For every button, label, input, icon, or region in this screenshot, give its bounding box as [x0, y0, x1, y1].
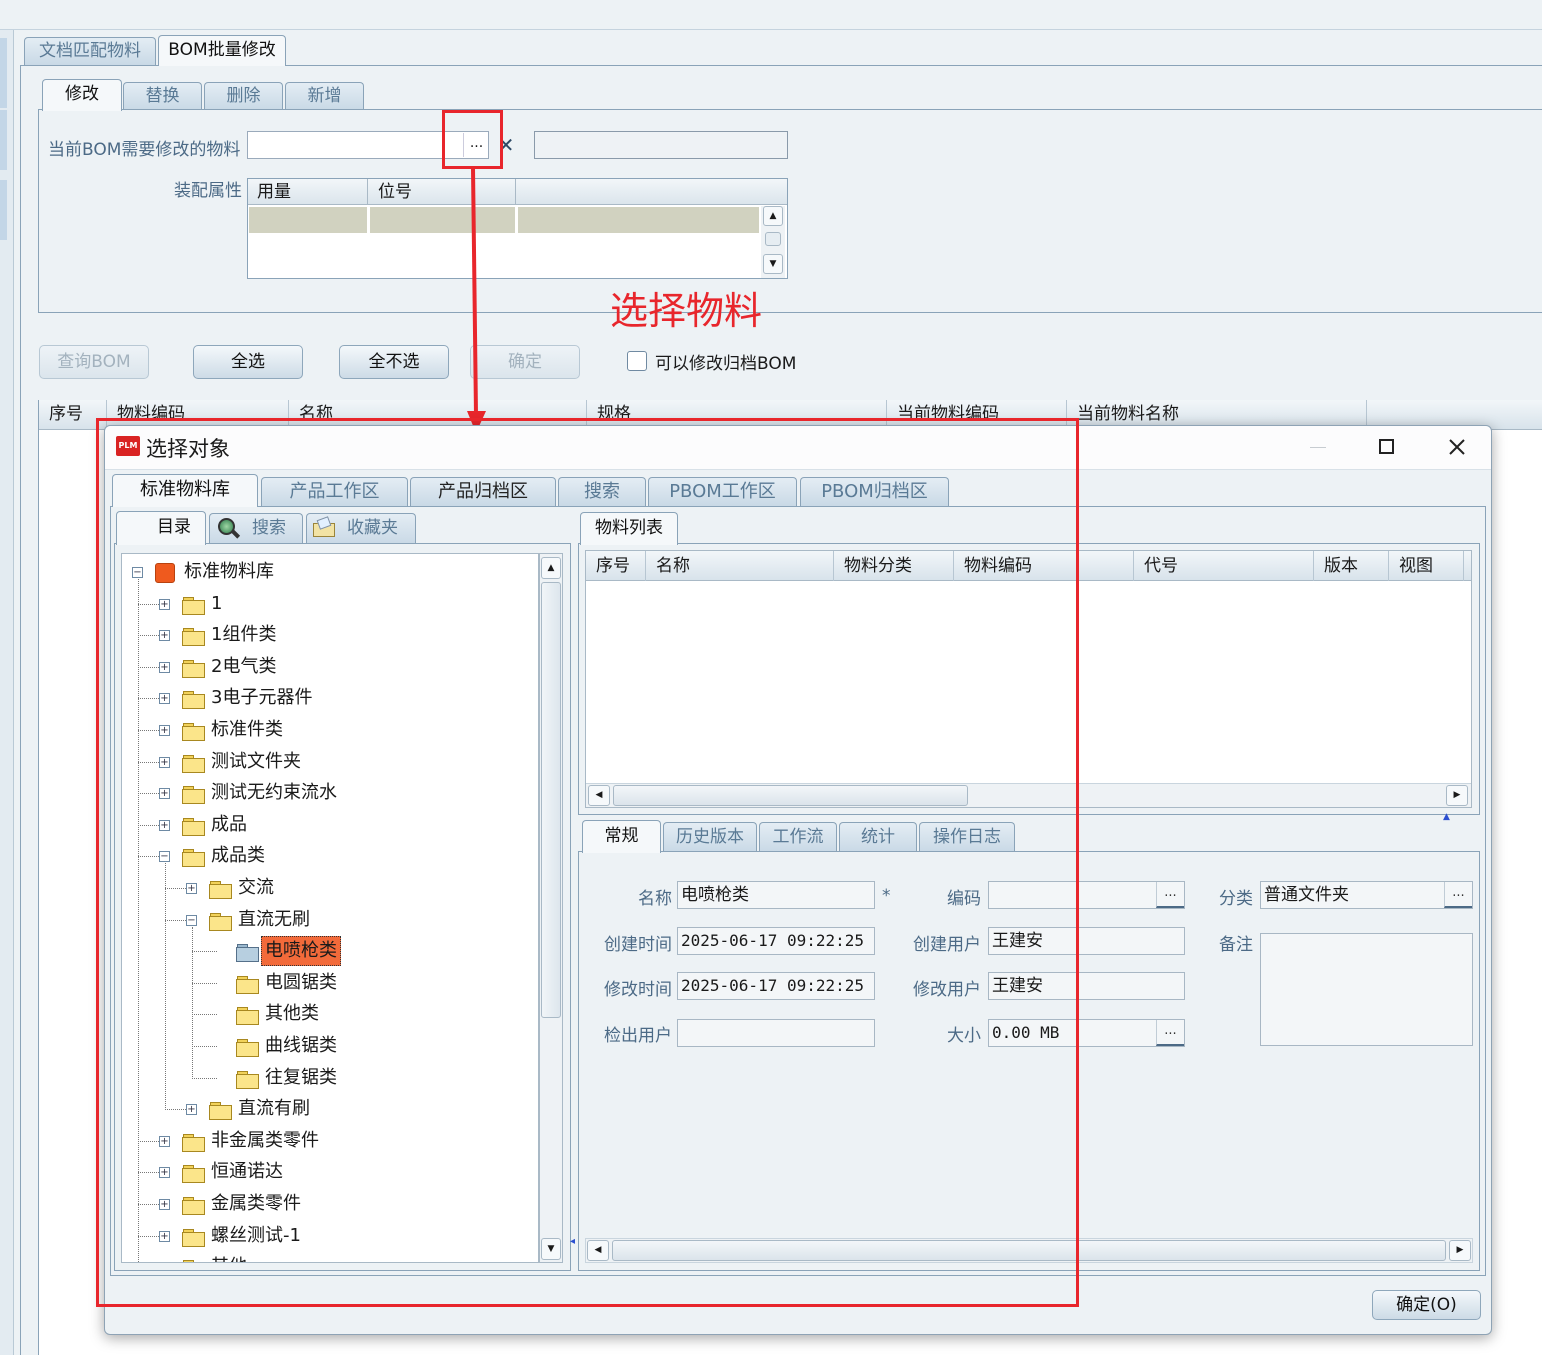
tab-bom-batch[interactable]: BOM批量修改 — [158, 35, 286, 66]
top-bar — [0, 0, 1542, 30]
scrollbar[interactable]: ▲ ▼ — [761, 206, 785, 278]
table-row[interactable] — [249, 207, 759, 233]
annotation-highlight-box — [442, 110, 503, 169]
tab-doc-match[interactable]: 文档匹配物料 — [24, 37, 156, 65]
material-label: 当前BOM需要修改的物料 — [48, 140, 241, 160]
remark-field[interactable] — [1260, 933, 1473, 1046]
minimize-icon[interactable] — [1303, 430, 1333, 464]
category-field[interactable]: 普通文件夹 — [1260, 881, 1473, 909]
size-browse-button[interactable]: ... — [1156, 1020, 1184, 1046]
tab-general[interactable]: 常规 — [582, 820, 661, 853]
scroll-up-icon[interactable]: ▲ — [763, 206, 783, 226]
archived-checkbox-label: 可以修改归档BOM — [655, 354, 797, 374]
column-header[interactable]: 用量 — [248, 179, 368, 205]
assembly-label: 装配属性 — [174, 181, 242, 201]
column-header[interactable]: 代号 — [1134, 551, 1314, 581]
tab-material-list[interactable]: 物料列表 — [580, 512, 678, 545]
left-rail — [0, 30, 14, 1355]
remark-label: 备注 — [1219, 935, 1253, 955]
close-icon[interactable] — [1445, 435, 1469, 459]
collapse-arrow-icon[interactable]: ▲ — [1443, 812, 1450, 822]
column-header[interactable]: 版本 — [1314, 551, 1389, 581]
query-bom-button[interactable]: 查询BOM — [39, 345, 149, 379]
assembly-table: 用量 位号 ▲ ▼ — [247, 178, 788, 279]
code-browse-button[interactable]: ... — [1156, 882, 1184, 908]
annotation-arrow — [467, 167, 486, 433]
tab-standard-library[interactable]: 标准物料库 — [112, 474, 258, 507]
tab-add[interactable]: 新增 — [285, 82, 364, 110]
scroll-right-icon[interactable]: ▶ — [1446, 785, 1468, 806]
tab-replace[interactable]: 替换 — [123, 82, 202, 110]
annotation-label: 选择物料 — [610, 289, 763, 333]
maximize-icon[interactable] — [1372, 432, 1402, 462]
scroll-down-icon[interactable]: ▼ — [763, 254, 783, 274]
column-header[interactable]: 视图 — [1389, 551, 1464, 581]
select-all-button[interactable]: 全选 — [193, 345, 303, 379]
dialog-ok-button[interactable]: 确定(O) — [1372, 1290, 1481, 1320]
column-header[interactable]: 当前物料名称 — [1067, 400, 1367, 428]
category-label: 分类 — [1219, 889, 1253, 909]
annotation-dialog-box — [96, 418, 1079, 1307]
select-none-button[interactable]: 全不选 — [339, 345, 449, 379]
tab-directory[interactable]: 目录 — [116, 511, 206, 545]
tab-delete[interactable]: 删除 — [204, 82, 283, 110]
material-name-display — [534, 131, 788, 159]
category-browse-button[interactable]: ... — [1444, 882, 1472, 908]
tab-modify[interactable]: 修改 — [42, 79, 122, 111]
scroll-right-icon[interactable]: ▶ — [1449, 1240, 1471, 1261]
archived-checkbox[interactable] — [627, 351, 647, 371]
